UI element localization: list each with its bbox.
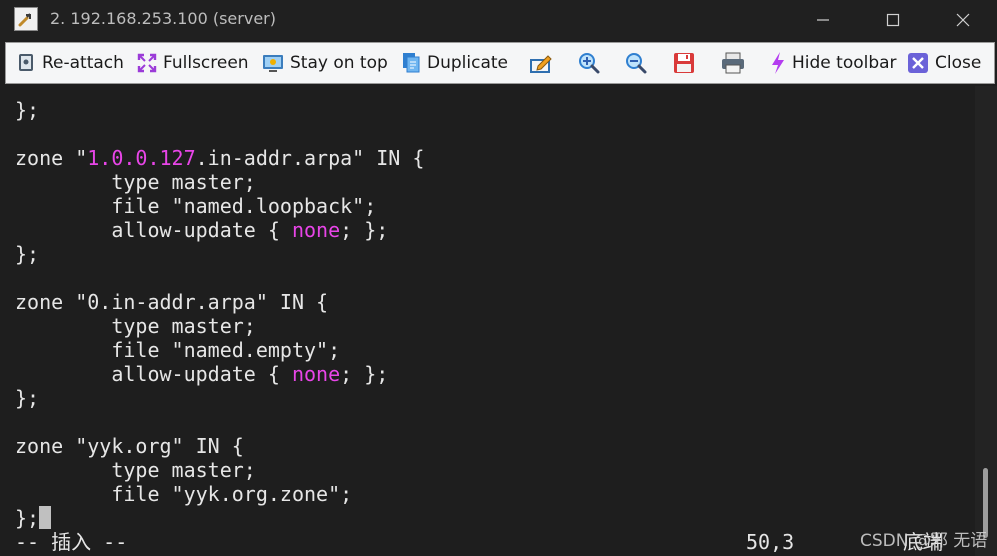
- zoom-out-button[interactable]: [624, 43, 648, 83]
- expand-arrows-icon: [137, 53, 157, 73]
- terminal-line: file "named.loopback";: [15, 194, 377, 218]
- zoom-out-icon: [626, 53, 647, 74]
- terminal-line: allow-update { none; };: [15, 362, 389, 386]
- stay-on-top-button[interactable]: Stay on top: [262, 43, 388, 83]
- terminal-line: allow-update { none; };: [15, 218, 389, 242]
- stay-on-top-label: Stay on top: [290, 53, 388, 73]
- terminal-line: };: [15, 242, 40, 266]
- minimize-icon: [817, 19, 829, 21]
- window-title: 2. 192.168.253.100 (server): [50, 9, 276, 28]
- duplicate-button[interactable]: Duplicate: [401, 43, 508, 83]
- printer-icon: [722, 52, 744, 74]
- terminal-line: file "named.empty";: [15, 338, 341, 362]
- terminal-line: type master;: [15, 170, 256, 194]
- terminal-line: zone "1.0.0.127.in-addr.arpa" IN {: [15, 146, 425, 170]
- vim-mode-indicator: -- 插入 --: [15, 530, 128, 554]
- reattach-button[interactable]: Re-attach: [16, 43, 124, 83]
- save-button[interactable]: [672, 43, 696, 83]
- close-button[interactable]: Close: [907, 43, 981, 83]
- terminal-line: type master;: [15, 458, 256, 482]
- close-icon: [956, 13, 970, 27]
- close-label: Close: [935, 53, 982, 73]
- hide-toolbar-button[interactable]: Hide toolbar: [770, 43, 897, 83]
- terminal-line: type master;: [15, 314, 256, 338]
- reattach-label: Re-attach: [42, 53, 124, 73]
- maximize-icon: [886, 13, 900, 27]
- terminal-area[interactable]: }; zone "1.0.0.127.in-addr.arpa" IN { ty…: [0, 86, 975, 556]
- terminal-line: zone "yyk.org" IN {: [15, 434, 244, 458]
- fullscreen-label: Fullscreen: [163, 53, 249, 73]
- cursor-position: 50,3: [746, 530, 795, 554]
- floppy-save-icon: [674, 53, 694, 73]
- terminal-line: file "yyk.org.zone";: [15, 482, 353, 506]
- print-button[interactable]: [720, 43, 746, 83]
- duplicate-label: Duplicate: [427, 53, 508, 73]
- pencil-edit-icon: [530, 55, 552, 73]
- maximize-button[interactable]: [870, 0, 916, 40]
- zoom-in-icon: [579, 53, 600, 74]
- title-bar[interactable]: 2. 192.168.253.100 (server): [0, 0, 997, 40]
- fullscreen-button[interactable]: Fullscreen: [137, 43, 249, 83]
- toolbar: Re-attach Fullscreen Stay on top Duplica…: [5, 42, 995, 84]
- duplicate-pages-icon: [403, 53, 420, 73]
- vertical-scrollbar[interactable]: [975, 86, 997, 556]
- close-window-button[interactable]: [940, 0, 986, 40]
- text-cursor: [39, 506, 52, 529]
- window-pin-icon: [263, 55, 283, 72]
- zoom-in-button[interactable]: [577, 43, 601, 83]
- terminal-window: 2. 192.168.253.100 (server) Re-attach Fu…: [0, 0, 997, 556]
- app-icon[interactable]: [14, 7, 38, 31]
- monitor-pin-icon: [19, 54, 33, 71]
- hide-toolbar-label: Hide toolbar: [792, 53, 897, 73]
- terminal-line: };: [15, 386, 40, 410]
- terminal-line: };: [15, 98, 40, 122]
- edit-button[interactable]: [529, 43, 553, 83]
- terminal-line: };: [15, 506, 52, 530]
- terminal-line: zone "0.in-addr.arpa" IN {: [15, 290, 329, 314]
- minimize-button[interactable]: [800, 0, 846, 40]
- close-x-icon: [908, 53, 928, 73]
- lightning-icon: [772, 52, 784, 74]
- csdn-watermark: CSDN @邪 无语: [860, 531, 988, 551]
